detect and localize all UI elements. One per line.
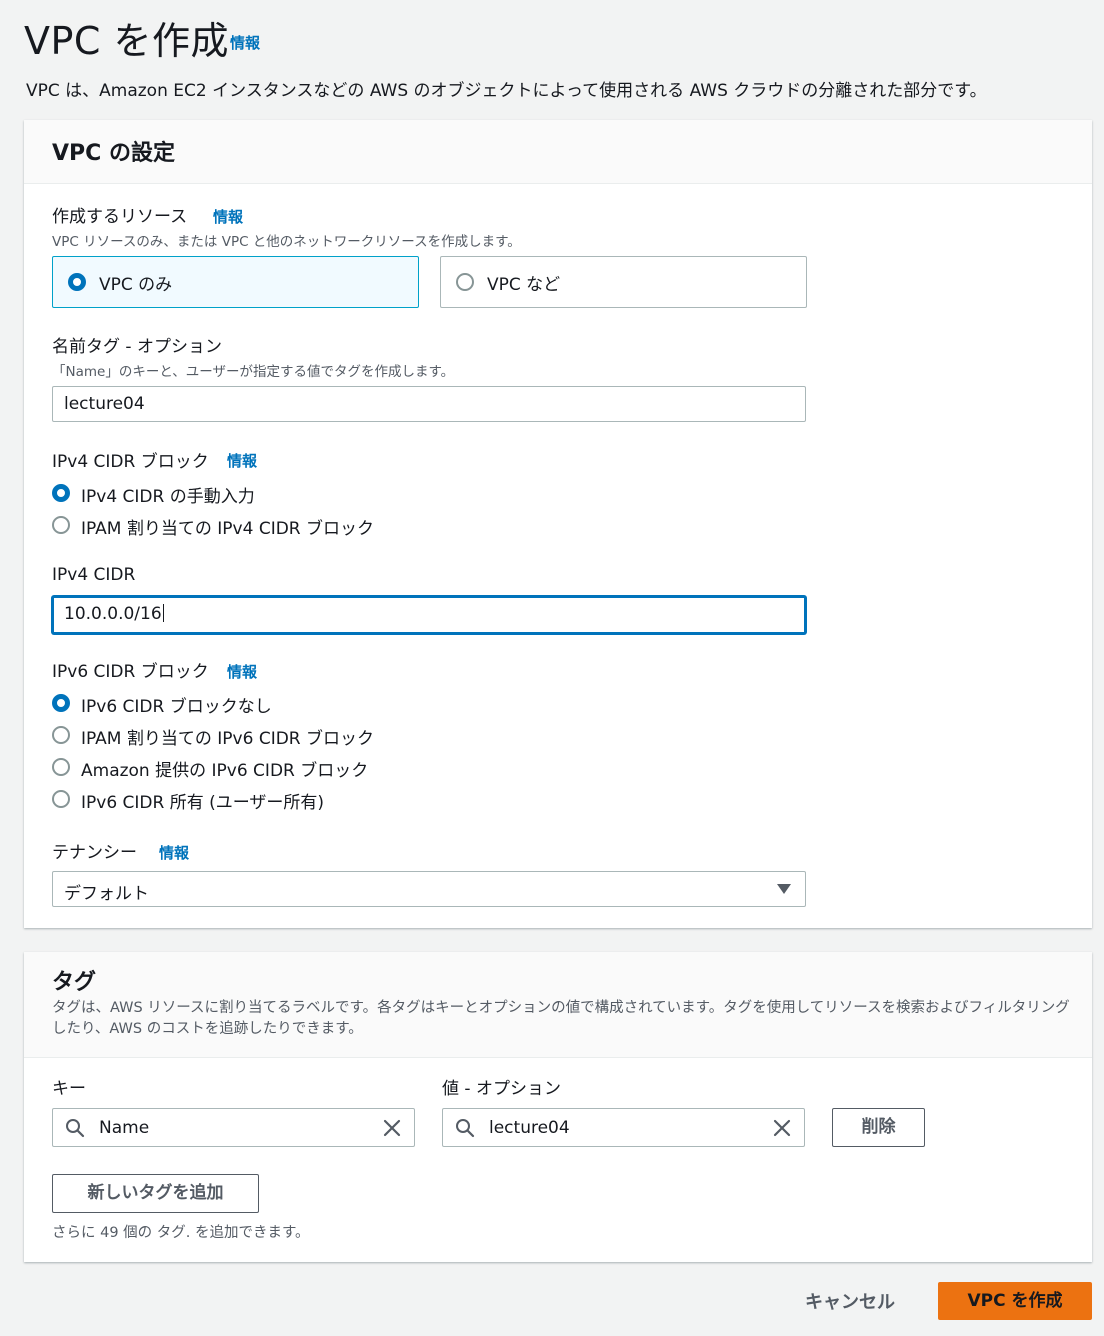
add-tag-button[interactable]: 新しいタグを追加 — [52, 1174, 259, 1213]
radio-ipv6-ipam[interactable] — [52, 726, 70, 744]
resource-tile-vpc-only-label: VPC のみ — [99, 275, 173, 295]
caret-down-icon — [777, 884, 791, 894]
vpc-settings-title: VPC の設定 — [52, 141, 175, 166]
ipv6-option-none-label: IPv6 CIDR ブロックなし — [81, 697, 272, 717]
ipv4-cidr-input[interactable]: 10.0.0.0/16 — [52, 596, 806, 634]
clear-icon[interactable] — [772, 1118, 792, 1138]
radio-ipv4-manual[interactable] — [52, 484, 70, 502]
radio-ipv6-owned[interactable] — [52, 790, 70, 808]
remove-tag-button[interactable]: 削除 — [832, 1108, 925, 1147]
tenancy-select[interactable]: デフォルト — [52, 871, 806, 907]
page-info-link[interactable]: 情報 — [230, 32, 260, 53]
ipv4-option-ipam-label: IPAM 割り当ての IPv4 CIDR ブロック — [81, 519, 375, 539]
tenancy-info-link[interactable]: 情報 — [159, 842, 189, 863]
search-icon — [456, 1119, 475, 1138]
ipv4-option-manual-label: IPv4 CIDR の手動入力 — [81, 487, 255, 507]
tag-value-label: 値 - オプション — [442, 1079, 561, 1099]
ipv4-cidr-label: IPv4 CIDR — [52, 565, 136, 585]
resource-tile-vpc-and-more[interactable]: VPC など — [440, 256, 807, 308]
resources-description: VPC リソースのみ、または VPC と他のネットワークリソースを作成します。 — [52, 234, 521, 250]
name-tag-input[interactable]: lecture04 — [52, 386, 806, 422]
radio-ipv6-amazon[interactable] — [52, 758, 70, 776]
ipv6-block-info-link[interactable]: 情報 — [227, 661, 257, 682]
ipv6-option-owned-label: IPv6 CIDR 所有 (ユーザー所有) — [81, 793, 325, 813]
radio-ipv4-ipam[interactable] — [52, 516, 70, 534]
tag-key-value: Name — [99, 1118, 150, 1138]
tags-title: タグ — [52, 970, 97, 995]
vpc-settings-panel: VPC の設定 作成するリソース 情報 VPC リソースのみ、または VPC と… — [24, 120, 1092, 928]
text-cursor — [162, 604, 164, 622]
cancel-button[interactable]: キャンセル — [805, 1288, 895, 1314]
tag-key-label: キー — [52, 1079, 86, 1099]
tags-description: タグは、AWS リソースに割り当てるラベルです。各タグはキーとオプションの値で構… — [52, 1000, 1070, 1037]
ipv4-block-label: IPv4 CIDR ブロック — [52, 452, 209, 472]
page-description: VPC は、Amazon EC2 インスタンスなどの AWS のオブジェクトによ… — [26, 81, 987, 101]
resource-tile-vpc-only[interactable]: VPC のみ — [52, 256, 419, 308]
create-vpc-button[interactable]: VPC を作成 — [938, 1282, 1092, 1320]
name-tag-description: 「Name」のキーと、ユーザーが指定する値でタグを作成します。 — [52, 364, 455, 380]
ipv4-block-info-link[interactable]: 情報 — [227, 450, 257, 471]
tag-value-input[interactable]: lecture04 — [442, 1108, 805, 1147]
tags-remaining-text: さらに 49 個の タグ. を追加できます。 — [52, 1225, 310, 1241]
page-title: VPC を作成 — [24, 19, 230, 63]
search-icon — [66, 1119, 85, 1138]
tenancy-value: デフォルト — [64, 884, 149, 904]
vpc-settings-header: VPC の設定 — [24, 120, 1092, 184]
radio-vpc-only[interactable] — [68, 273, 86, 291]
tags-header: タグ タグは、AWS リソースに割り当てるラベルです。各タグはキーとオプションの… — [24, 952, 1092, 1058]
ipv4-cidr-value: 10.0.0.0/16 — [64, 604, 162, 624]
ipv6-option-amazon-label: Amazon 提供の IPv6 CIDR ブロック — [81, 761, 369, 781]
name-tag-label: 名前タグ - オプション — [52, 337, 222, 357]
clear-icon[interactable] — [382, 1118, 402, 1138]
tag-value-value: lecture04 — [489, 1118, 570, 1138]
name-tag-value: lecture04 — [64, 394, 145, 414]
resources-info-link[interactable]: 情報 — [213, 206, 243, 227]
tag-key-input[interactable]: Name — [52, 1108, 415, 1147]
ipv6-block-label: IPv6 CIDR ブロック — [52, 662, 209, 682]
radio-ipv6-none[interactable] — [52, 694, 70, 712]
tenancy-label: テナンシー — [52, 843, 137, 863]
resource-tile-vpc-and-more-label: VPC など — [487, 275, 561, 295]
radio-vpc-and-more[interactable] — [456, 273, 474, 291]
ipv6-option-ipam-label: IPAM 割り当ての IPv6 CIDR ブロック — [81, 729, 375, 749]
tags-panel: タグ タグは、AWS リソースに割り当てるラベルです。各タグはキーとオプションの… — [24, 952, 1092, 1262]
resources-label: 作成するリソース — [52, 207, 188, 227]
